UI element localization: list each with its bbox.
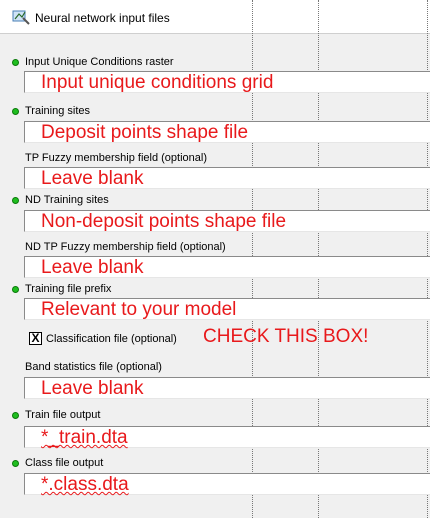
class-file-output-input[interactable]: *.class.dta	[24, 473, 430, 495]
tool-form: Input Unique Conditions raster Input uni…	[0, 34, 430, 518]
training-file-prefix-input[interactable]: Relevant to your model	[24, 298, 430, 320]
required-indicator	[12, 59, 19, 66]
field-label-train-output: Train file output	[25, 409, 101, 421]
required-indicator	[12, 108, 19, 115]
training-sites-input[interactable]: Deposit points shape file	[24, 121, 430, 143]
field-label-nd-training-sites: ND Training sites	[25, 194, 109, 206]
field-value: *_train.dta	[41, 427, 128, 448]
field-label-unique-conditions: Input Unique Conditions raster	[25, 56, 174, 68]
train-file-output-input[interactable]: *_train.dta	[24, 426, 430, 448]
field-label-nd-tp-fuzzy: ND TP Fuzzy membership field (optional)	[25, 241, 226, 253]
field-label-tp-fuzzy: TP Fuzzy membership field (optional)	[25, 152, 207, 164]
field-value: Relevant to your model	[41, 299, 237, 320]
field-label-training-sites: Training sites	[25, 105, 91, 117]
field-label-training-prefix: Training file prefix	[25, 283, 112, 295]
field-value: Input unique conditions grid	[41, 72, 274, 93]
unique-conditions-input[interactable]: Input unique conditions grid	[24, 71, 430, 93]
field-value: Non-deposit points shape file	[41, 211, 287, 232]
field-value: *.class.dta	[41, 474, 129, 495]
field-value: Deposit points shape file	[41, 122, 249, 143]
window-title: Neural network input files	[35, 11, 170, 25]
field-value: Leave blank	[41, 378, 144, 399]
annotation-note: CHECK THIS BOX!	[203, 326, 369, 347]
required-indicator	[12, 286, 19, 293]
field-label-band-statistics: Band statistics file (optional)	[25, 361, 162, 373]
field-value: Leave blank	[41, 168, 144, 189]
required-indicator	[12, 460, 19, 467]
arcgis-tool-icon	[12, 10, 30, 25]
tp-fuzzy-membership-input[interactable]: Leave blank	[24, 167, 430, 189]
classification-file-checkbox[interactable]: X	[29, 332, 42, 345]
nd-training-sites-input[interactable]: Non-deposit points shape file	[24, 210, 430, 232]
field-label-class-output: Class file output	[25, 457, 104, 469]
required-indicator	[12, 197, 19, 204]
classification-file-label: Classification file (optional)	[46, 333, 177, 345]
title-bar: Neural network input files	[0, 0, 430, 34]
required-indicator	[12, 412, 19, 419]
band-statistics-input[interactable]: Leave blank	[24, 377, 430, 399]
field-value: Leave blank	[41, 257, 144, 278]
nd-tp-fuzzy-membership-input[interactable]: Leave blank	[24, 256, 430, 278]
